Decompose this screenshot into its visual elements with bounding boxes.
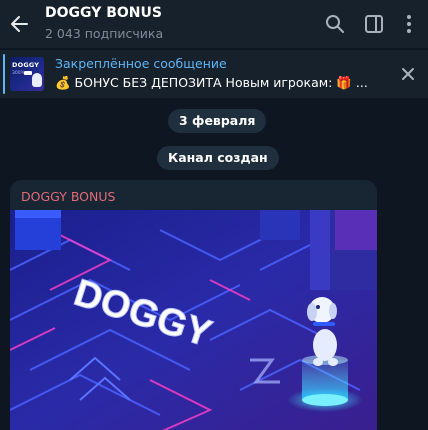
search-button[interactable] bbox=[323, 12, 347, 36]
arrow-left-icon bbox=[11, 16, 28, 32]
post-author[interactable]: DOGGY BONUS bbox=[21, 189, 115, 204]
message-bubble[interactable]: DOGGY BONUS DOGGY bbox=[10, 180, 377, 430]
channel-title[interactable]: DOGGY BONUS bbox=[45, 5, 162, 21]
more-menu-button[interactable] bbox=[397, 12, 421, 36]
chat-header: DOGGY BONUS 2 043 подписчика bbox=[0, 0, 428, 48]
pinned-thumbnail: DOGGY 300% bbox=[10, 57, 44, 91]
date-separator: 3 февраля bbox=[168, 109, 267, 133]
pinned-message-bar[interactable]: DOGGY 300% Закреплённое сообщение 💰 БОНУ… bbox=[0, 50, 428, 98]
pinned-thumb-bonus: 300% bbox=[12, 71, 25, 76]
channel-created-notice: Канал создан bbox=[157, 146, 279, 170]
post-image[interactable]: DOGGY bbox=[10, 210, 377, 430]
pinned-text: 💰 БОНУС БЕЗ ДЕПОЗИТА Новым игрокам: 🎁 ..… bbox=[55, 75, 368, 90]
close-icon bbox=[402, 68, 414, 80]
sidebar-toggle-icon bbox=[365, 15, 383, 33]
unpin-button[interactable] bbox=[398, 64, 418, 84]
subscriber-count: 2 043 подписчика bbox=[45, 26, 164, 41]
dog-icon bbox=[32, 73, 42, 87]
pinned-indicator bbox=[3, 54, 5, 94]
pinned-thumb-badge bbox=[24, 71, 32, 75]
pinned-thumb-logo: DOGGY bbox=[12, 61, 40, 69]
more-vertical-icon bbox=[407, 15, 411, 33]
back-button[interactable] bbox=[6, 10, 34, 38]
search-icon bbox=[326, 15, 344, 33]
sidebar-toggle-button[interactable] bbox=[362, 12, 386, 36]
pinned-label: Закреплённое сообщение bbox=[55, 56, 227, 71]
